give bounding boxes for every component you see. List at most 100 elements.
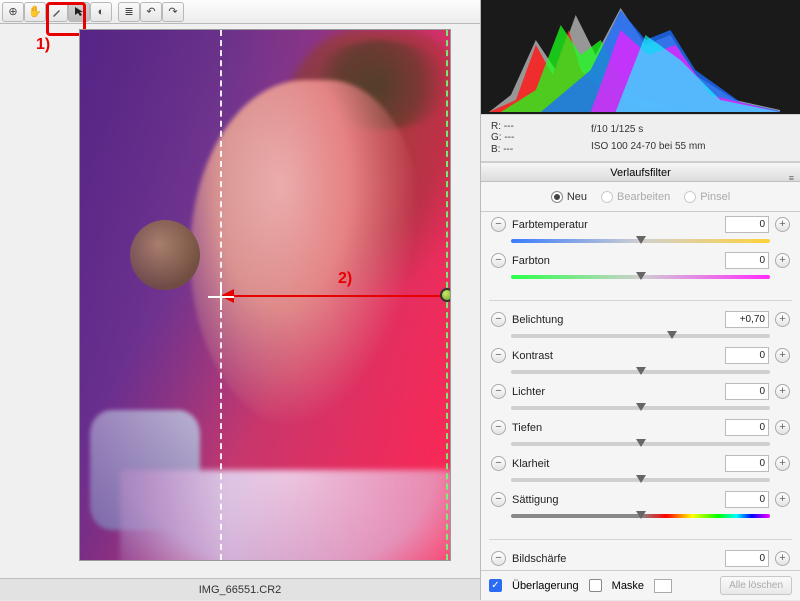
tool-rotate[interactable]: ◐ xyxy=(90,2,112,22)
slider-track-sat[interactable] xyxy=(511,511,770,521)
minus-button-high[interactable]: − xyxy=(491,384,506,399)
plus-button-sat[interactable]: + xyxy=(775,492,790,507)
tool-hand[interactable]: ✋ xyxy=(24,2,46,22)
mode-neu[interactable]: Neu xyxy=(551,191,587,203)
slider-value-exp[interactable] xyxy=(725,311,769,328)
slider-track-high[interactable] xyxy=(511,403,770,413)
mode-neu-label: Neu xyxy=(567,191,587,203)
mode-bearbeiten-label: Bearbeiten xyxy=(617,191,670,203)
annotation-arrow-2 xyxy=(220,295,448,297)
slider-label-tint: Farbton xyxy=(506,255,725,267)
mask-color-swatch[interactable] xyxy=(654,579,672,593)
minus-button-tint[interactable]: − xyxy=(491,253,506,268)
plus-button-temp[interactable]: + xyxy=(775,217,790,232)
slider-label-high: Lichter xyxy=(506,386,725,398)
slider-thumb-high[interactable] xyxy=(636,403,646,413)
minus-button-contr[interactable]: − xyxy=(491,348,506,363)
mode-pinsel[interactable]: Pinsel xyxy=(684,191,730,203)
mask-checkbox[interactable] xyxy=(589,579,602,592)
annotation-label-2: 2) xyxy=(338,270,352,288)
mode-bearbeiten[interactable]: Bearbeiten xyxy=(601,191,670,203)
slider-row-high: −Lichter + xyxy=(481,379,800,415)
minus-button-sharp[interactable]: − xyxy=(491,551,506,566)
plus-button-contr[interactable]: + xyxy=(775,348,790,363)
tool-rotate-ccw[interactable]: ↶ xyxy=(140,2,162,22)
filename-bar: IMG_66551.CR2 xyxy=(0,578,480,600)
slider-value-tint[interactable] xyxy=(725,252,769,269)
histogram[interactable] xyxy=(481,0,800,114)
slider-value-sat[interactable] xyxy=(725,491,769,508)
plus-button-shad[interactable]: + xyxy=(775,420,790,435)
gradient-target-handle[interactable] xyxy=(208,284,234,310)
overlay-checkbox[interactable]: ✓ xyxy=(489,579,502,592)
plus-button-sharp[interactable]: + xyxy=(775,551,790,566)
slider-track-temp[interactable] xyxy=(511,236,770,246)
plus-button-clar[interactable]: + xyxy=(775,456,790,471)
slider-row-exp: −Belichtung + xyxy=(481,307,800,343)
exif-readout: R: --- G: --- B: --- f/10 1/125 s ISO 10… xyxy=(481,114,800,162)
slider-thumb-clar[interactable] xyxy=(636,475,646,485)
gradient-origin-handle[interactable] xyxy=(440,288,450,302)
minus-button-clar[interactable]: − xyxy=(491,456,506,471)
slider-thumb-exp[interactable] xyxy=(667,331,677,341)
panel-menu-icon[interactable]: ≡ xyxy=(789,168,794,188)
slider-value-temp[interactable] xyxy=(725,216,769,233)
slider-track-shad[interactable] xyxy=(511,439,770,449)
slider-value-shad[interactable] xyxy=(725,419,769,436)
sliders-list[interactable]: −Farbtemperatur+−Farbton+−Belichtung+−Ko… xyxy=(481,212,800,570)
slider-group-separator xyxy=(489,539,792,540)
left-toolbar: ⊕ ✋ ◐ ≣ ↶ ↷ xyxy=(0,0,480,24)
slider-row-shad: −Tiefen + xyxy=(481,415,800,451)
slider-value-high[interactable] xyxy=(725,383,769,400)
right-panel: R: --- G: --- B: --- f/10 1/125 s ISO 10… xyxy=(480,0,800,600)
plus-button-tint[interactable]: + xyxy=(775,253,790,268)
minus-button-temp[interactable]: − xyxy=(491,217,506,232)
panel-header[interactable]: Verlaufsfilter ≡ xyxy=(481,162,800,182)
tool-zoom[interactable]: ⊕ xyxy=(2,2,24,22)
slider-thumb-contr[interactable] xyxy=(636,367,646,377)
image-preview[interactable]: 2) xyxy=(80,30,450,560)
slider-thumb-sat[interactable] xyxy=(636,511,646,521)
tool-selected[interactable] xyxy=(68,2,90,22)
tool-rotate-cw[interactable]: ↷ xyxy=(162,2,184,22)
minus-button-shad[interactable]: − xyxy=(491,420,506,435)
panel-title: Verlaufsfilter xyxy=(610,167,671,179)
slider-track-clar[interactable] xyxy=(511,475,770,485)
slider-track-tint[interactable] xyxy=(511,272,770,282)
readout-b: B: --- xyxy=(491,144,561,155)
slider-track-contr[interactable] xyxy=(511,367,770,377)
readout-r: R: --- xyxy=(491,121,561,132)
mode-pinsel-label: Pinsel xyxy=(700,191,730,203)
slider-row-temp: −Farbtemperatur + xyxy=(481,212,800,248)
slider-value-clar[interactable] xyxy=(725,455,769,472)
slider-thumb-temp[interactable] xyxy=(636,236,646,246)
tool-eyedropper[interactable] xyxy=(46,2,68,22)
minus-button-sat[interactable]: − xyxy=(491,492,506,507)
slider-value-sharp[interactable] xyxy=(725,550,769,567)
image-panel: ⊕ ✋ ◐ ≣ ↶ ↷ 1) 2) IMG_66551.CR2 xyxy=(0,0,480,600)
slider-label-exp: Belichtung xyxy=(506,314,725,326)
clear-all-button[interactable]: Alle löschen xyxy=(720,576,792,595)
slider-label-sat: Sättigung xyxy=(506,494,725,506)
slider-row-tint: −Farbton + xyxy=(481,248,800,294)
plus-button-exp[interactable]: + xyxy=(775,312,790,327)
readout-g: G: --- xyxy=(491,132,561,143)
tool-list[interactable]: ≣ xyxy=(118,2,140,22)
plus-button-high[interactable]: + xyxy=(775,384,790,399)
slider-row-sharp: −Bildschärfe+ xyxy=(481,546,800,570)
slider-value-contr[interactable] xyxy=(725,347,769,364)
annotation-label-1: 1) xyxy=(36,36,50,54)
readout-exposure: f/10 1/125 s xyxy=(591,122,643,138)
overlay-label: Überlagerung xyxy=(512,580,579,592)
mask-label: Maske xyxy=(612,580,644,592)
slider-row-clar: −Klarheit+ xyxy=(481,451,800,487)
slider-track-exp[interactable] xyxy=(511,331,770,341)
slider-thumb-shad[interactable] xyxy=(636,439,646,449)
slider-thumb-tint[interactable] xyxy=(636,272,646,282)
readout-iso-lens: ISO 100 24-70 bei 55 mm xyxy=(591,139,706,155)
slider-label-temp: Farbtemperatur xyxy=(506,219,725,231)
slider-label-shad: Tiefen xyxy=(506,422,725,434)
histogram-svg xyxy=(481,0,800,114)
minus-button-exp[interactable]: − xyxy=(491,312,506,327)
slider-row-sat: −Sättigung + xyxy=(481,487,800,533)
